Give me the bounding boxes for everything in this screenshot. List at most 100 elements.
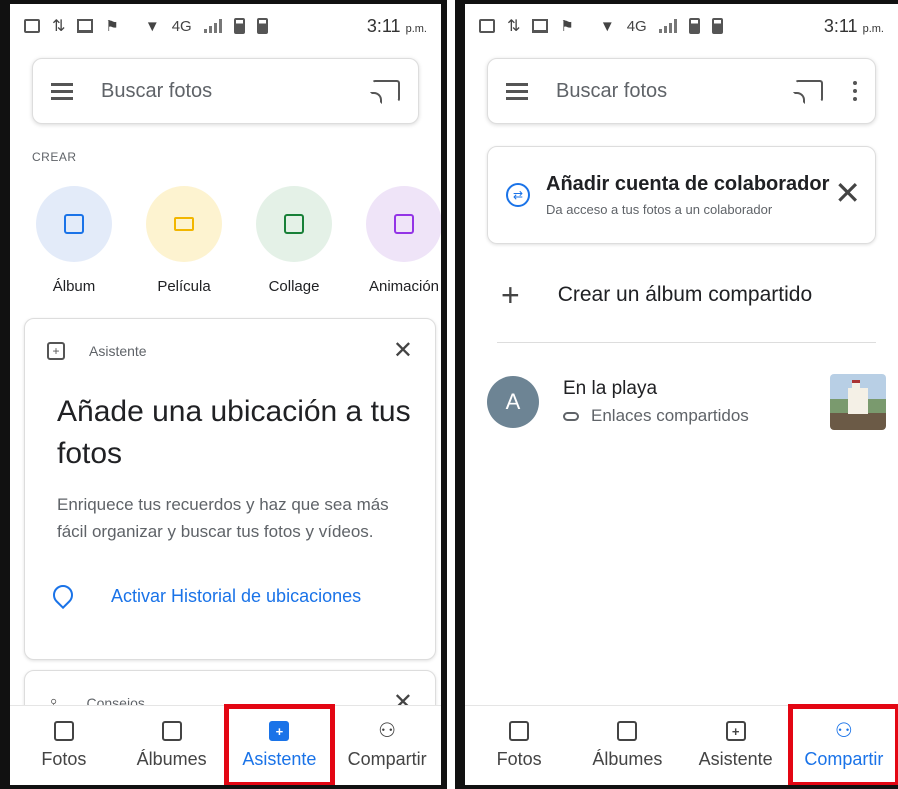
create-section-label: CREAR [32, 150, 77, 164]
bottom-navigation: Fotos Álbumes + Asistente ⚇ Compartir [465, 704, 898, 785]
nav-sharing[interactable]: ⚇ Compartir [787, 704, 898, 785]
create-animation-label: Animación [368, 278, 440, 295]
add-partner-title: Añadir cuenta de colaborador [546, 173, 830, 195]
gallery-notification-icon [479, 19, 495, 33]
nav-albums-label: Álbumes [136, 749, 207, 769]
photos-icon [509, 721, 530, 741]
status-bar: ⇅ ⚑ ▼ 4G 3:11 p.m. [465, 4, 898, 48]
search-input[interactable]: Buscar fotos [556, 80, 667, 103]
movie-icon [146, 186, 222, 262]
albums-icon [617, 721, 638, 741]
wifi-icon: ▼ [144, 17, 160, 35]
nav-albums[interactable]: Álbumes [573, 706, 681, 785]
album-thumbnail [830, 374, 886, 430]
nav-assistant-label: Asistente [242, 749, 317, 769]
sim-icon [688, 18, 700, 34]
nav-assistant[interactable]: + Asistente [223, 704, 336, 785]
network-type-label: 4G [171, 17, 192, 35]
divider [497, 342, 876, 343]
close-icon[interactable]: ✕ [393, 339, 413, 363]
wifi-icon: ▼ [599, 17, 615, 35]
clock: 3:11 p.m. [367, 16, 427, 37]
create-shared-album-label: Crear un álbum compartido [557, 283, 813, 306]
create-movie-label: Película [157, 278, 211, 295]
animation-icon [366, 186, 441, 262]
flag-icon: ⚑ [560, 18, 574, 35]
assistant-icon: + [47, 342, 65, 360]
cast-icon[interactable] [372, 80, 400, 102]
search-bar[interactable]: Buscar fotos [32, 58, 419, 124]
assistant-card-title: Añade una ubicación a tus fotos [57, 395, 411, 470]
laptop-icon [532, 19, 549, 33]
add-partner-account-card[interactable]: ⇄ Añadir cuenta de colaborador Da acceso… [487, 146, 876, 244]
shared-album-item[interactable]: A En la playa Enlaces compartidos [487, 374, 886, 430]
menu-icon[interactable] [51, 83, 73, 100]
assistant-card: + Asistente ✕ Añade una ubicación a tus … [24, 318, 436, 660]
sim-icon [233, 18, 245, 34]
nav-photos[interactable]: Fotos [10, 706, 118, 785]
create-row: Álbum Película Collage Animación [36, 186, 441, 295]
avatar: A [487, 376, 539, 428]
data-transfer-icon: ⇅ [507, 18, 521, 35]
location-pin-icon [53, 585, 69, 607]
nav-photos[interactable]: Fotos [465, 706, 573, 785]
nav-albums[interactable]: Álbumes [118, 706, 226, 785]
activate-location-history-label: Activar Historial de ubicaciones [111, 585, 362, 606]
create-animation-button[interactable]: Animación [366, 186, 441, 295]
nav-sharing[interactable]: ⚇ Compartir [333, 706, 441, 785]
activate-location-history-button[interactable]: Activar Historial de ubicaciones [25, 545, 435, 629]
shared-album-title: En la playa [563, 378, 658, 399]
partner-sharing-icon: ⇄ [506, 183, 530, 207]
clock: 3:11 p.m. [824, 16, 884, 37]
clock-time: 3:11 [366, 15, 401, 36]
clock-ampm: p.m. [862, 22, 884, 35]
assistant-icon: + [725, 721, 746, 741]
people-icon: ⚇ [834, 720, 853, 742]
link-icon [563, 411, 579, 421]
left-phone-screen: ⇅ ⚑ ▼ 4G 3:11 p.m. Buscar fotos CREAR Ál… [0, 0, 447, 789]
photos-icon [53, 721, 74, 741]
shared-album-subtitle: Enlaces compartidos [591, 406, 749, 425]
assistant-card-body: Enriquece tus recuerdos y haz que sea má… [57, 495, 389, 541]
search-bar[interactable]: Buscar fotos [487, 58, 876, 124]
nav-sharing-label: Compartir [347, 749, 427, 769]
nav-photos-label: Fotos [496, 749, 542, 769]
create-shared-album-button[interactable]: + Crear un álbum compartido [501, 279, 812, 311]
albums-icon [161, 721, 182, 741]
assistant-icon: + [269, 721, 290, 741]
nav-sharing-label: Compartir [804, 749, 884, 769]
nav-albums-label: Álbumes [592, 749, 663, 769]
create-collage-button[interactable]: Collage [256, 186, 332, 295]
bottom-navigation: Fotos Álbumes + Asistente ⚇ Compartir [10, 704, 441, 785]
status-bar: ⇅ ⚑ ▼ 4G 3:11 p.m. [10, 4, 441, 48]
nav-assistant[interactable]: + Asistente [682, 706, 790, 785]
shared-album-subtitle-row: Enlaces compartidos [563, 406, 749, 426]
create-collage-label: Collage [268, 278, 320, 295]
flag-icon: ⚑ [105, 18, 119, 35]
right-phone-screen: ⇅ ⚑ ▼ 4G 3:11 p.m. Buscar fotos ⇄ Añadir… [455, 0, 898, 789]
clock-time: 3:11 [823, 15, 858, 36]
people-icon: ⚇ [378, 720, 397, 742]
search-input[interactable]: Buscar fotos [101, 80, 212, 103]
close-icon[interactable]: ✕ [834, 177, 861, 209]
battery-icon [256, 18, 268, 34]
gallery-notification-icon [24, 19, 40, 33]
signal-icon [203, 19, 222, 33]
battery-icon [711, 18, 723, 34]
laptop-icon [77, 19, 94, 33]
data-transfer-icon: ⇅ [52, 18, 66, 35]
cast-icon[interactable] [795, 80, 823, 102]
album-icon [36, 186, 112, 262]
network-type-label: 4G [626, 17, 647, 35]
nav-photos-label: Fotos [41, 749, 87, 769]
collage-icon [256, 186, 332, 262]
signal-icon [658, 19, 677, 33]
plus-icon: + [501, 277, 520, 313]
create-album-button[interactable]: Álbum [36, 186, 112, 295]
nav-assistant-label: Asistente [698, 749, 773, 769]
assistant-card-tag: Asistente [89, 343, 147, 359]
create-movie-button[interactable]: Película [146, 186, 222, 295]
menu-icon[interactable] [506, 83, 528, 100]
clock-ampm: p.m. [405, 22, 427, 35]
more-options-icon[interactable] [853, 81, 857, 101]
